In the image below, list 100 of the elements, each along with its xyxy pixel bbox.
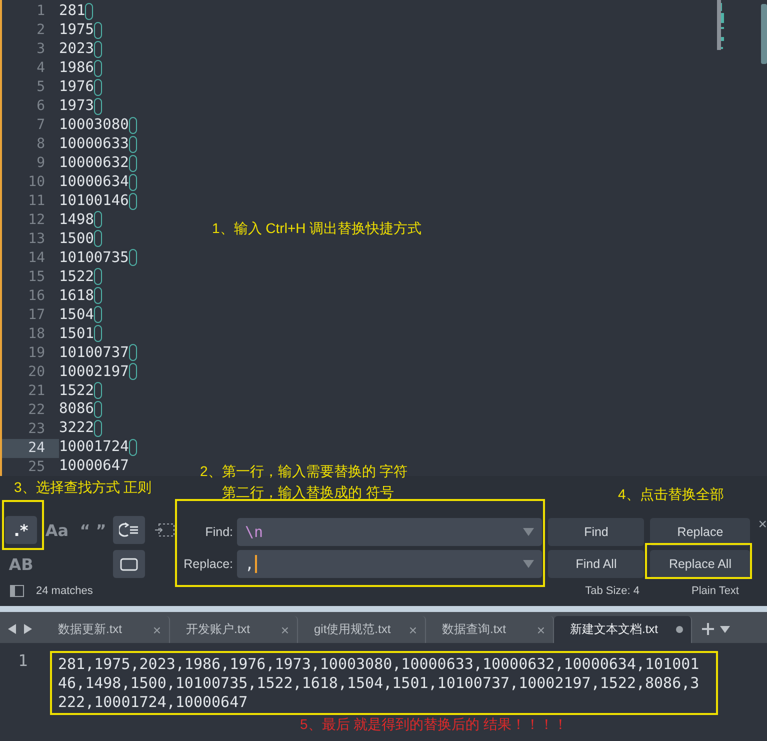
wrap-icon <box>119 522 139 538</box>
line-number: 2 <box>36 21 46 40</box>
close-icon[interactable]: × <box>758 516 767 533</box>
line-number: 20 <box>27 363 46 382</box>
close-icon[interactable]: × <box>408 622 417 638</box>
dropdown-icon[interactable] <box>720 626 730 633</box>
file-tab[interactable]: 数据更新.txt × <box>42 616 170 643</box>
match-highlight <box>94 420 102 437</box>
scrollbar[interactable] <box>761 4 767 64</box>
search-option-button[interactable]: “ ” <box>77 516 109 544</box>
match-highlight <box>94 400 102 418</box>
match-highlight <box>94 40 102 58</box>
line-number: 1 <box>17 651 29 670</box>
search-option-button[interactable] <box>113 550 145 578</box>
code-line: 281 <box>59 3 86 20</box>
match-highlight <box>94 211 102 228</box>
code-line: 10002197 <box>59 364 129 380</box>
search-option-button[interactable]: .* <box>5 516 37 544</box>
find-panel-button[interactable]: Replace All <box>650 550 750 578</box>
code-line: 10000633 <box>59 136 129 152</box>
match-highlight <box>128 136 137 153</box>
code-line: 1522 <box>59 268 94 285</box>
code-line: 10100737 <box>59 344 129 361</box>
line-number: 6 <box>36 97 46 116</box>
match-highlight <box>128 154 137 172</box>
line-number: 24 <box>2 439 59 458</box>
annotation-text: 第二行，输入替换成的 符号 <box>222 484 394 502</box>
code-line: 1618 <box>59 288 94 304</box>
file-tab[interactable]: 新建文本文档.txt <box>554 616 692 643</box>
match-highlight <box>94 287 102 304</box>
find-panel-button[interactable]: Find <box>548 518 644 546</box>
line-number: 8 <box>36 135 46 154</box>
match-highlight <box>94 98 102 115</box>
file-tab[interactable]: git使用规范.txt × <box>298 616 426 643</box>
line-number: 18 <box>27 325 46 344</box>
find-field[interactable]: \n <box>237 518 542 546</box>
match-highlight <box>94 306 102 324</box>
highlight-matches-icon <box>120 558 138 570</box>
code-line: 1975 <box>59 22 94 38</box>
match-highlight <box>128 344 137 362</box>
tab-navigation-icon[interactable] <box>8 624 32 634</box>
in-selection-icon <box>155 523 175 537</box>
code-line: 3222 <box>59 420 94 436</box>
find-label: Find: <box>204 525 233 539</box>
line-number: 16 <box>27 287 46 306</box>
code-line: 10000632 <box>59 155 129 172</box>
code-line: 10001724 <box>59 439 129 456</box>
code-line: 10000634 <box>59 174 129 190</box>
match-highlight <box>128 249 137 266</box>
replace-field[interactable]: , <box>237 550 542 578</box>
line-number: 4 <box>36 59 46 78</box>
close-icon[interactable]: × <box>536 622 545 638</box>
line-number: 3 <box>36 40 46 59</box>
code-line: 8086 <box>59 401 94 418</box>
line-number: 11 <box>27 192 46 211</box>
replace-label: Replace: <box>182 557 233 571</box>
modified-dot-icon <box>676 626 683 633</box>
line-number: 14 <box>27 249 46 268</box>
code-line: 1986 <box>59 60 94 76</box>
code-line: 10003080 <box>59 117 129 134</box>
line-number: 1 <box>36 2 46 21</box>
match-highlight <box>85 2 94 20</box>
match-highlight <box>94 230 102 248</box>
search-option-button[interactable]: Aa <box>41 516 73 544</box>
find-panel-button[interactable]: Find All <box>548 550 644 578</box>
match-highlight <box>94 382 102 400</box>
line-number: 23 <box>27 420 46 439</box>
match-highlight <box>94 22 102 39</box>
panel-toggle-icon[interactable] <box>10 585 24 597</box>
code-line: 2023 <box>59 41 94 58</box>
annotation-text: 5、最后 就是得到的替换后的 结果！！！！ <box>300 716 568 734</box>
line-number: 10 <box>27 173 46 192</box>
annotation-text: 2、第一行，输入需要替换的 字符 <box>200 463 408 481</box>
code-line: 10000647 <box>59 458 129 474</box>
close-icon[interactable]: × <box>280 622 289 638</box>
match-highlight <box>128 438 137 456</box>
search-option-button[interactable]: AB <box>5 550 37 578</box>
match-highlight <box>128 174 137 191</box>
line-number: 9 <box>36 154 46 173</box>
code-line: 1522 <box>59 382 94 399</box>
match-highlight <box>128 192 137 210</box>
match-count: 24 matches <box>36 585 93 597</box>
match-highlight <box>94 78 102 96</box>
code-line: 1504 <box>59 306 94 323</box>
annotation-text: 1、输入 Ctrl+H 调出替换快捷方式 <box>212 220 422 238</box>
code-line: 1973 <box>59 98 94 114</box>
syntax-label[interactable]: Plain Text <box>692 585 739 597</box>
close-icon[interactable]: × <box>152 622 161 638</box>
line-number: 15 <box>27 268 46 287</box>
line-number: 17 <box>27 306 46 325</box>
file-tab[interactable]: 开发账户.txt × <box>170 616 298 643</box>
new-tab-icon[interactable] <box>702 623 714 635</box>
tab-size[interactable]: Tab Size: 4 <box>585 585 640 597</box>
search-option-button[interactable] <box>113 516 145 544</box>
match-highlight <box>128 363 137 380</box>
match-highlight <box>94 325 102 342</box>
line-number: 12 <box>27 211 46 230</box>
minimap-drawing <box>717 0 727 52</box>
line-number: 7 <box>36 116 46 135</box>
find-panel-button[interactable]: Replace <box>650 518 750 546</box>
